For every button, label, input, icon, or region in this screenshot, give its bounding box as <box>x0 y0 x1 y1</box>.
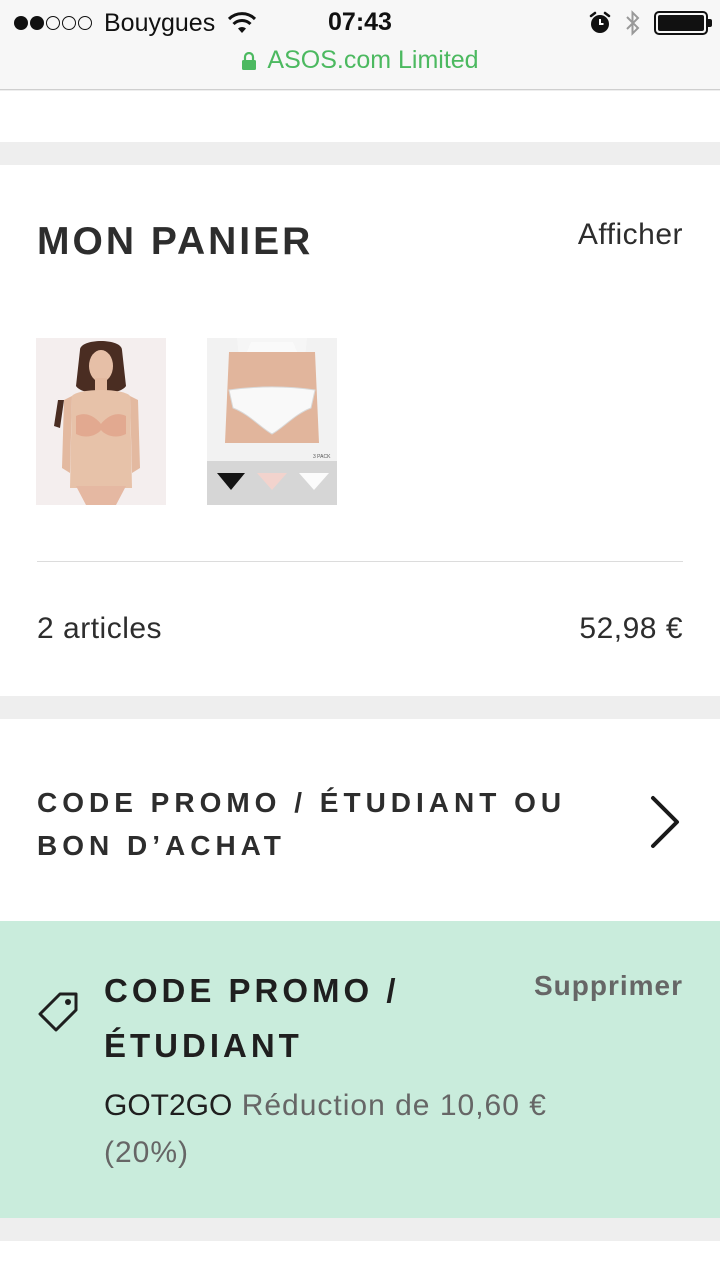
cart-total: 52,98 € <box>579 612 683 645</box>
item-count: 2 articles <box>37 612 163 645</box>
previous-section <box>0 91 720 142</box>
alarm-icon <box>589 11 611 33</box>
lock-icon <box>242 51 257 70</box>
promo-code: GOT2GO <box>104 1089 233 1122</box>
cart-item-thumbnail[interactable]: 3 PACK <box>207 338 337 505</box>
remove-promo-button[interactable]: Supprimer <box>534 970 683 1002</box>
bluetooth-icon <box>626 10 640 36</box>
battery-icon <box>654 11 712 35</box>
applied-promo-title: CODE PROMO / ÉTUDIANT <box>104 972 400 1064</box>
pack-badge: 3 PACK <box>313 454 331 460</box>
site-identity-label: ASOS.com Limited <box>267 46 479 74</box>
tag-icon <box>38 992 78 1032</box>
three-pack-briefs-image: 3 PACK <box>207 338 337 505</box>
cart-divider <box>37 561 683 562</box>
chevron-right-icon[interactable] <box>645 794 683 850</box>
applied-promo-description: GOT2GO Réduction de 10,60 € (20%) <box>104 1082 604 1176</box>
bra-and-brief-set-image <box>36 338 166 505</box>
cart-item-thumbnail[interactable] <box>36 338 166 505</box>
cart-title: MON PANIER <box>37 220 314 263</box>
next-section <box>0 1241 720 1277</box>
view-cart-link[interactable]: Afficher <box>578 218 683 252</box>
site-identity[interactable]: ASOS.com Limited <box>0 46 720 75</box>
status-bar: Bouygues 07:43 ASOS.com Limited <box>0 0 720 90</box>
promo-entry-label[interactable]: CODE PROMO / ÉTUDIANT OU BON D’ACHAT <box>37 781 627 867</box>
